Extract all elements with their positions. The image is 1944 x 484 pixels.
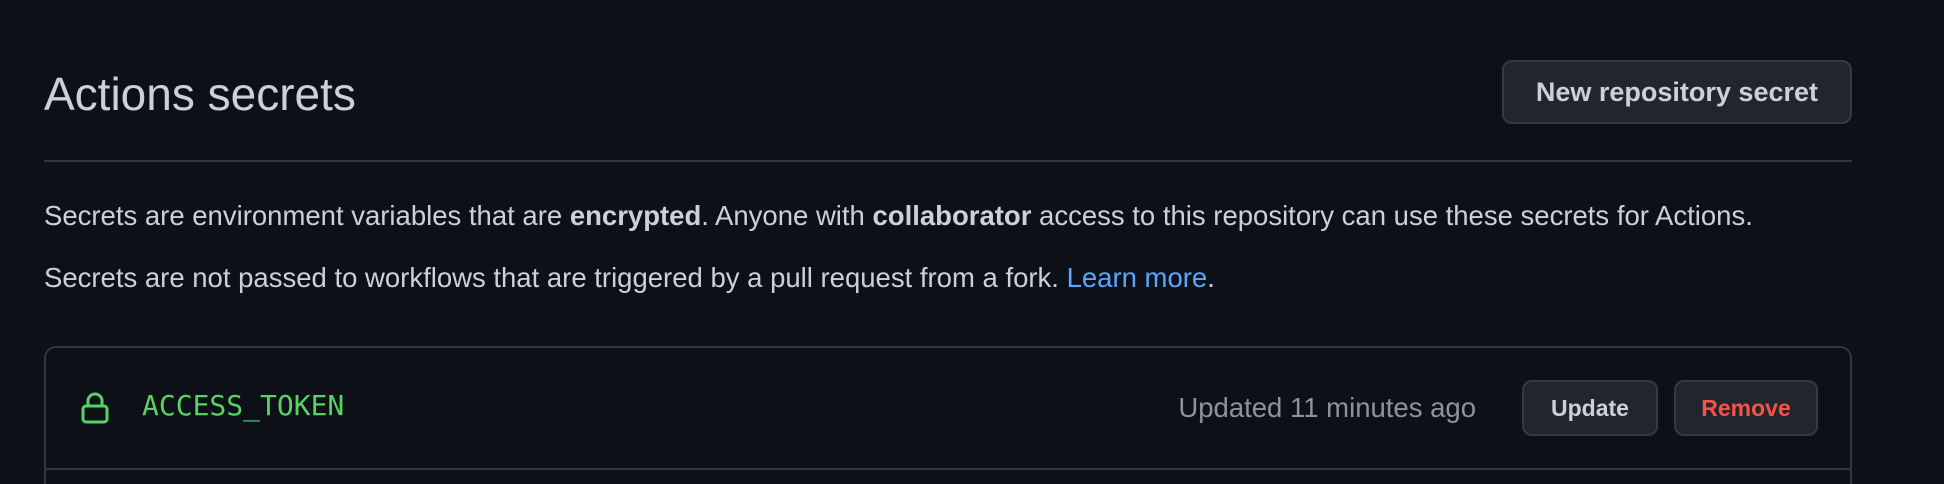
secret-name: ACCESS_TOKEN [142,389,345,422]
learn-more-link[interactable]: Learn more [1067,262,1208,293]
page-header: Actions secrets New repository secret [44,60,1852,162]
description-text: . Anyone with [701,200,873,231]
secret-row: ACCESS_TOKEN Updated 11 minutes ago Upda… [46,348,1850,470]
actions-secrets-page: Actions secrets New repository secret Se… [0,0,1944,484]
fork-notice: Secrets are not passed to workflows that… [44,258,1215,298]
new-repository-secret-button[interactable]: New repository secret [1501,60,1852,124]
secrets-description: Secrets are environment variables that a… [44,196,1753,236]
secret-updated-time: Updated 11 minutes ago [1178,392,1476,423]
description-text: access to this repository can use these … [1031,200,1753,231]
fork-notice-text: Secrets are not passed to workflows that… [44,262,1067,293]
update-secret-button[interactable]: Update [1522,380,1658,436]
description-text: Secrets are environment variables that a… [44,200,570,231]
remove-secret-button[interactable]: Remove [1674,380,1818,436]
secrets-list: ACCESS_TOKEN Updated 11 minutes ago Upda… [44,346,1852,484]
description-emphasis-encrypted: encrypted [569,200,702,231]
lock-icon [81,392,109,424]
fork-notice-period: . [1207,262,1215,293]
page-title: Actions secrets [44,68,356,120]
description-emphasis-collaborator: collaborator [872,200,1032,231]
